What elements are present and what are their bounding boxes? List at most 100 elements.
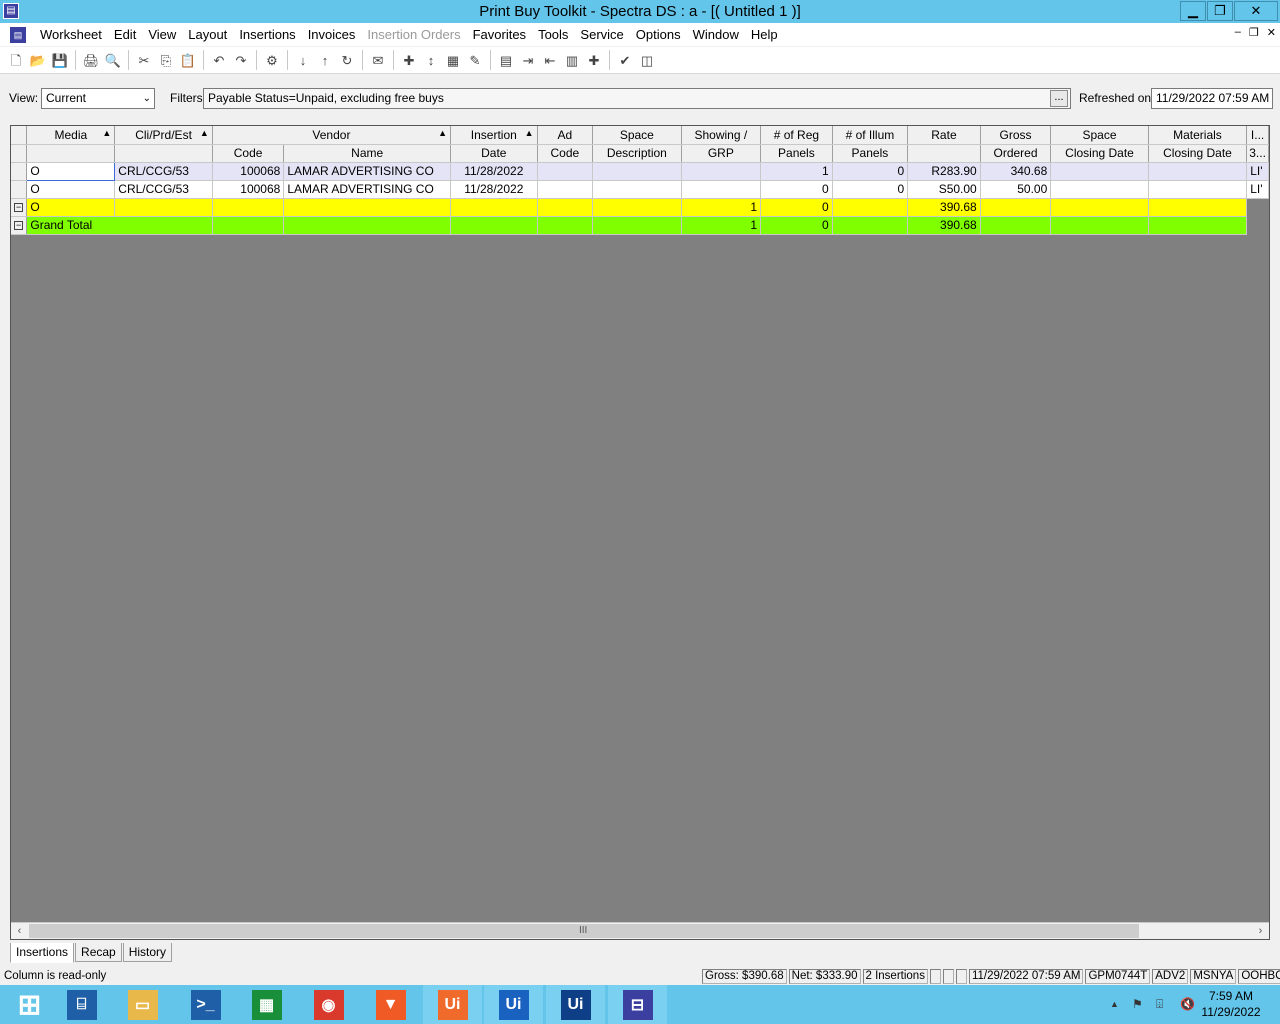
scrollbar-thumb[interactable]: III xyxy=(29,924,1139,938)
cell-vendor-name[interactable]: LAMAR ADVERTISING CO xyxy=(283,162,452,181)
menu-insertion-orders[interactable]: Insertion Orders xyxy=(361,23,466,46)
cell-overflow[interactable]: LI' xyxy=(1246,180,1269,199)
import-icon[interactable]: ⇤ xyxy=(541,51,560,70)
grand-total-row[interactable]: − Grand Total 1 0 390.68 xyxy=(11,216,1269,235)
cell-cpe[interactable]: CRL/CCG/53 xyxy=(114,180,213,199)
subtotal-row[interactable]: − O 1 0 390.68 xyxy=(11,198,1269,217)
cell-cpe[interactable]: CRL/CCG/53 xyxy=(114,162,213,181)
menu-help[interactable]: Help xyxy=(745,23,784,46)
row-selector[interactable] xyxy=(11,180,28,199)
taskbar-app[interactable]: ▼ xyxy=(361,985,420,1024)
insertions-grid[interactable]: Media ▲ Cli/Prd/Est ▲ Vendor ▲ Insertion ▲ A… xyxy=(10,125,1270,940)
cell-gross-ordered[interactable]: 50.00 xyxy=(980,180,1052,199)
taskbar-app[interactable]: Ui xyxy=(423,985,482,1024)
col-header-reg[interactable]: # of Reg xyxy=(760,126,833,145)
clock[interactable]: 7:59 AM 11/29/2022 xyxy=(1196,988,1266,1020)
menu-tools[interactable]: Tools xyxy=(532,23,574,46)
tab-insertions[interactable]: Insertions xyxy=(10,943,75,963)
cell-total-reg-panels[interactable]: 1 xyxy=(681,198,762,217)
menu-insertions[interactable]: Insertions xyxy=(233,23,301,46)
scroll-left-icon[interactable]: ‹ xyxy=(11,923,28,939)
plus-icon[interactable]: ✚ xyxy=(585,51,604,70)
col-header-rate[interactable]: Rate xyxy=(907,126,981,145)
menu-invoices[interactable]: Invoices xyxy=(302,23,362,46)
cell-total-label[interactable]: Grand Total xyxy=(26,216,213,235)
cell-reg-panels[interactable]: 1 xyxy=(760,162,833,181)
menu-worksheet[interactable]: Worksheet xyxy=(34,23,108,46)
col-subheader-description[interactable]: Description xyxy=(592,144,682,163)
cell-space-closing-date[interactable] xyxy=(1050,162,1149,181)
print-icon[interactable]: 🖨 xyxy=(82,51,101,70)
cell-total-illum-panels[interactable]: 0 xyxy=(760,216,833,235)
insert-row-icon[interactable]: ↕ xyxy=(422,51,441,70)
layout-icon[interactable]: ◫ xyxy=(638,51,657,70)
open-icon[interactable]: 📂 xyxy=(29,51,48,70)
save-icon[interactable]: 💾 xyxy=(51,51,70,70)
col-subheader-overflow[interactable]: 3... xyxy=(1246,144,1269,163)
col-header-vendor[interactable]: Vendor ▲ xyxy=(212,126,452,145)
export-icon[interactable]: ⇥ xyxy=(519,51,538,70)
cell-insertion-date[interactable]: 11/28/2022 xyxy=(450,162,538,181)
report-icon[interactable]: ▤ xyxy=(497,51,516,70)
menu-service[interactable]: Service xyxy=(574,23,629,46)
restore-button[interactable]: ❐ xyxy=(1207,1,1233,21)
taskbar-app[interactable]: ▭ xyxy=(113,985,172,1024)
view-select[interactable]: Current ⌄ xyxy=(41,88,155,109)
collapse-icon[interactable]: − xyxy=(14,220,24,230)
cell-grp[interactable] xyxy=(681,180,762,199)
cell-ad-code[interactable] xyxy=(537,162,594,181)
settings-icon[interactable]: ⚙ xyxy=(263,51,282,70)
check-icon[interactable]: ✔ xyxy=(616,51,635,70)
mdi-close-button[interactable]: ✕ xyxy=(1267,26,1276,39)
cell-total-gross[interactable]: 390.68 xyxy=(907,216,981,235)
col-subheader-vendor-code[interactable]: Code xyxy=(212,144,285,163)
redo-icon[interactable]: ↷ xyxy=(232,51,251,70)
email-icon[interactable]: ✉ xyxy=(369,51,388,70)
col-header-showing[interactable]: Showing / xyxy=(681,126,762,145)
cell-vendor-code[interactable]: 100068 xyxy=(212,162,285,181)
taskbar-app[interactable]: ⊞ xyxy=(0,985,59,1024)
cell-vendor-code[interactable]: 100068 xyxy=(212,180,285,199)
cell-rate[interactable]: R283.90 xyxy=(907,162,981,181)
undo-icon[interactable]: ↶ xyxy=(210,51,229,70)
taskbar-app[interactable]: ⌸ xyxy=(52,985,111,1024)
menu-layout[interactable]: Layout xyxy=(182,23,233,46)
col-subheader-date[interactable]: Date xyxy=(450,144,538,163)
col-header-media[interactable]: Media ▲ xyxy=(26,126,116,145)
taskbar-app[interactable]: ▦ xyxy=(237,985,296,1024)
taskbar-app[interactable]: ◉ xyxy=(299,985,358,1024)
cell-overflow[interactable]: LI' xyxy=(1246,162,1269,181)
cell-total-gross[interactable]: 390.68 xyxy=(907,198,981,217)
col-header-space[interactable]: Space xyxy=(592,126,682,145)
col-subheader-illum-panels[interactable]: Panels xyxy=(832,144,909,163)
cell-space-description[interactable] xyxy=(592,162,682,181)
row-selector[interactable]: − xyxy=(11,198,28,217)
taskbar-app[interactable]: ⊟ xyxy=(608,985,667,1024)
row-selector[interactable] xyxy=(11,162,28,181)
cell-illum-panels[interactable]: 0 xyxy=(832,180,909,199)
paste-icon[interactable]: 📋 xyxy=(179,51,198,70)
cell-reg-panels[interactable]: 0 xyxy=(760,180,833,199)
mdi-minimize-button[interactable]: – xyxy=(1235,26,1241,39)
col-header-overflow[interactable]: I... xyxy=(1246,126,1269,145)
col-header-cpe[interactable]: Cli/Prd/Est ▲ xyxy=(114,126,213,145)
tray-expand-icon[interactable]: ▲ xyxy=(1110,999,1119,1009)
print-preview-icon[interactable]: 🔍 xyxy=(104,51,123,70)
table-row[interactable]: O CRL/CCG/53 100068 LAMAR ADVERTISING CO 11/… xyxy=(11,180,1269,199)
cell-media[interactable]: O xyxy=(26,180,116,199)
filters-field[interactable]: Payable Status=Unpaid, excluding free bu… xyxy=(203,88,1071,109)
cell-total-illum-panels[interactable]: 0 xyxy=(760,198,833,217)
cell-media[interactable]: O xyxy=(26,161,116,181)
minimize-button[interactable]: ▁ xyxy=(1180,1,1206,21)
cell-rate[interactable]: S50.00 xyxy=(907,180,981,199)
horizontal-scrollbar[interactable]: ‹ III › xyxy=(11,922,1269,939)
volume-muted-icon[interactable]: 🔇 xyxy=(1180,997,1195,1011)
cell-total-label[interactable]: O xyxy=(26,198,116,217)
cell-grp[interactable] xyxy=(681,162,762,181)
table-row[interactable]: O CRL/CCG/53 100068 LAMAR ADVERTISING CO 11/… xyxy=(11,161,1269,181)
cell-illum-panels[interactable]: 0 xyxy=(832,162,909,181)
col-header-ad[interactable]: Ad xyxy=(537,126,594,145)
grid-icon[interactable]: ▦ xyxy=(444,51,463,70)
tab-history[interactable]: History xyxy=(122,943,173,962)
col-subheader-ordered[interactable]: Ordered xyxy=(980,144,1052,163)
